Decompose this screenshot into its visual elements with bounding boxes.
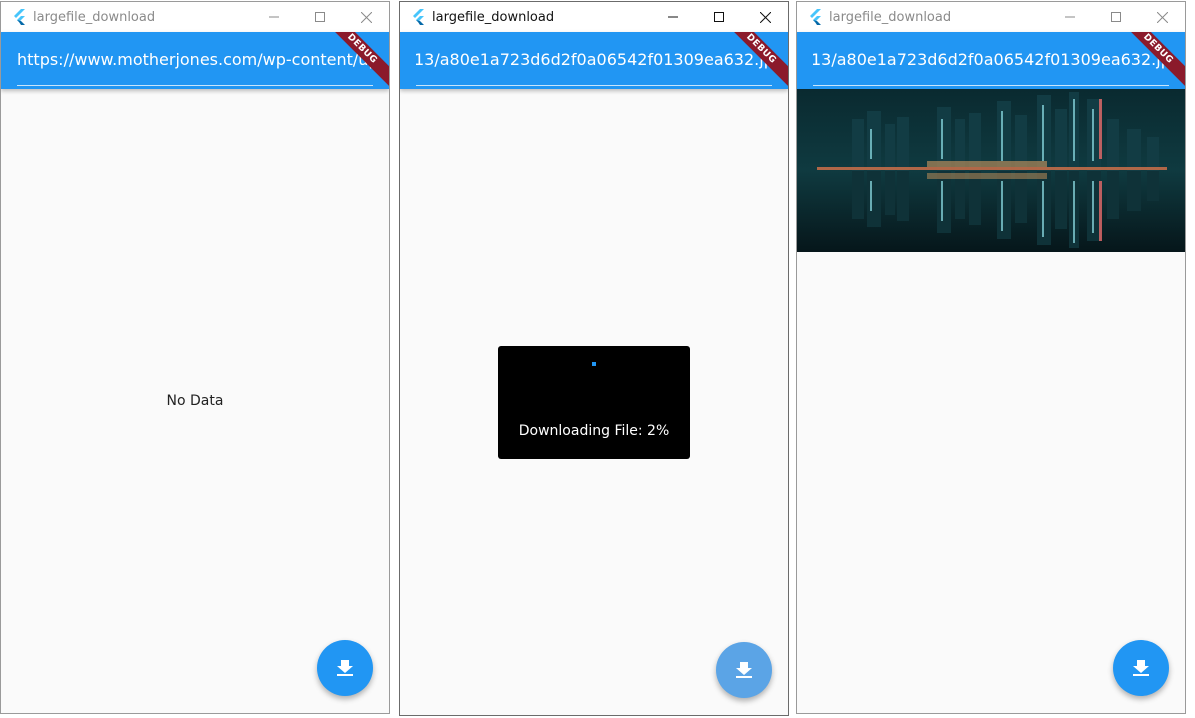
flutter-logo-icon — [805, 7, 825, 27]
app-bar: https://www.motherjones.com/wp-content/u… — [1, 32, 389, 89]
minimize-button[interactable] — [1047, 2, 1093, 32]
app-bar: 603/013/a80e1a723d6d2f0a06542f01309ea632… — [400, 32, 788, 89]
url-input-value: https://www.motherjones.com/wp-content/u… — [17, 50, 373, 69]
close-icon — [1156, 11, 1168, 23]
close-button[interactable] — [343, 2, 389, 32]
url-input[interactable]: 603/013/a80e1a723d6d2f0a06542f01309ea632… — [813, 42, 1169, 86]
close-icon — [759, 11, 771, 23]
download-icon — [736, 662, 752, 678]
minimize-icon — [668, 16, 678, 18]
download-button[interactable] — [1113, 640, 1169, 696]
app-window-no-data: largefile_download https://www.motherjon… — [0, 1, 390, 714]
minimize-icon — [269, 16, 279, 18]
window-title: largefile_download — [33, 9, 156, 25]
window-title: largefile_download — [432, 9, 555, 25]
maximize-icon — [714, 12, 724, 22]
app-window-downloading: largefile_download 603/013/a80e1a723d6d2… — [399, 1, 789, 716]
download-button[interactable] — [716, 642, 772, 698]
app-bar: 603/013/a80e1a723d6d2f0a06542f01309ea632… — [797, 32, 1185, 89]
download-icon — [337, 660, 353, 676]
title-bar[interactable]: largefile_download — [797, 2, 1185, 32]
maximize-icon — [1111, 12, 1121, 22]
download-button[interactable] — [317, 640, 373, 696]
minimize-button[interactable] — [251, 2, 297, 32]
url-input-value: 603/013/a80e1a723d6d2f0a06542f01309ea632… — [813, 50, 1169, 69]
flutter-logo-icon — [408, 7, 428, 27]
maximize-button[interactable] — [696, 2, 742, 32]
maximize-button[interactable] — [1093, 2, 1139, 32]
url-input[interactable]: 603/013/a80e1a723d6d2f0a06542f01309ea632… — [416, 42, 772, 86]
url-input[interactable]: https://www.motherjones.com/wp-content/u… — [17, 42, 373, 86]
progress-spinner — [592, 362, 596, 366]
url-input-value: 603/013/a80e1a723d6d2f0a06542f01309ea632… — [416, 50, 772, 69]
maximize-button[interactable] — [297, 2, 343, 32]
download-progress-dialog: Downloading File: 2% — [498, 346, 690, 459]
title-bar[interactable]: largefile_download — [400, 2, 788, 32]
downloaded-image — [797, 89, 1185, 252]
close-button[interactable] — [742, 2, 788, 32]
window-title: largefile_download — [829, 9, 952, 25]
city-skyline-image — [797, 89, 1185, 252]
close-icon — [360, 11, 372, 23]
app-window-image-loaded: largefile_download 603/013/a80e1a723d6d2… — [796, 1, 1186, 714]
close-button[interactable] — [1139, 2, 1185, 32]
flutter-logo-icon — [9, 7, 29, 27]
empty-state-text: No Data — [166, 393, 224, 409]
minimize-icon — [1065, 16, 1075, 18]
minimize-button[interactable] — [650, 2, 696, 32]
download-progress-text: Downloading File: 2% — [518, 423, 670, 439]
maximize-icon — [315, 12, 325, 22]
title-bar[interactable]: largefile_download — [1, 2, 389, 32]
download-icon — [1133, 660, 1149, 676]
